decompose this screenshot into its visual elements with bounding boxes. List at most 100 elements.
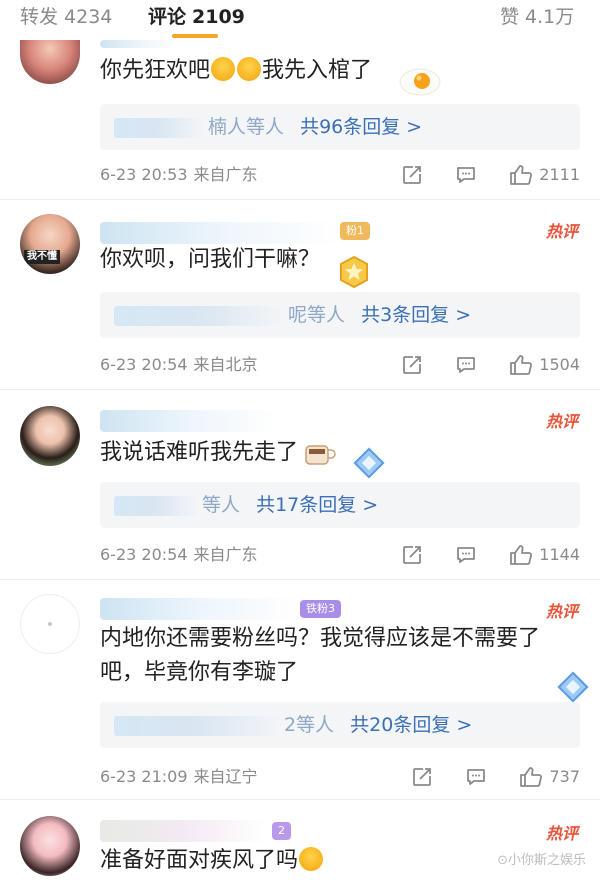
like-button[interactable]: 1504 xyxy=(509,352,580,378)
share-button[interactable] xyxy=(401,544,423,566)
hot-comment-label: 热评 xyxy=(545,412,578,431)
watermark: ⊙小你斯之娱乐 xyxy=(497,853,586,868)
reply-preview[interactable]: 2等人 共20条回复 > xyxy=(100,702,580,748)
comment-text: 你欢呗，问我们干嘛？ xyxy=(100,247,321,272)
hot-comment-label: 热评 xyxy=(545,602,578,621)
reply-button[interactable] xyxy=(455,544,477,566)
avatar[interactable] xyxy=(20,594,80,654)
comment-meta: 6-23 20:54 来自广东 1144 xyxy=(100,542,580,568)
hot-comment-label: 热评 xyxy=(545,222,578,241)
reply-users-suffix: 2等人 xyxy=(284,714,335,736)
laugh-tears-emoji xyxy=(211,57,236,81)
username-blurred[interactable] xyxy=(100,410,278,432)
comments-label: 评论 xyxy=(148,6,187,28)
reply-users-blurred xyxy=(114,715,280,736)
comment-location: 来自广东 xyxy=(193,545,258,564)
comment-actions: 1504 xyxy=(369,352,580,378)
reply-users-blurred xyxy=(114,495,198,516)
share-icon xyxy=(403,546,422,564)
like-count: 1144 xyxy=(539,545,580,564)
reply-users-suffix: 呢等人 xyxy=(288,304,346,326)
thumbs-up-icon xyxy=(510,355,533,375)
comment-item: 你先狂欢吧 我先入棺了 楠人等人 共96条回复 > 6-23 20:53 来自广东 … xyxy=(0,40,600,200)
reply-users-suffix: 楠人等人 xyxy=(208,116,285,138)
like-count: 2111 xyxy=(539,165,580,184)
comment-icon xyxy=(457,357,476,373)
diamond-badge-icon xyxy=(557,671,589,703)
reply-count-link[interactable]: 共17条回复 > xyxy=(256,494,378,516)
comment-item: 2 热评 准备好面对疾风了吗 xyxy=(0,800,600,880)
reply-preview[interactable]: 等人 共17条回复 > xyxy=(100,482,580,528)
like-count: 1504 xyxy=(539,355,580,374)
coffee-sticker xyxy=(305,445,336,465)
comment-icon xyxy=(467,769,486,785)
share-icon xyxy=(403,166,422,184)
reply-users-blurred xyxy=(114,305,284,326)
username-blurred[interactable] xyxy=(100,40,180,48)
username-blurred[interactable] xyxy=(100,598,300,620)
comment-location: 来自广东 xyxy=(193,165,258,184)
thumbs-up-icon xyxy=(510,165,533,185)
stats-bar: 转发 4234 评论 2109 赞 4.1万 xyxy=(0,0,600,40)
comment-time: 6-23 21:09 xyxy=(100,767,188,786)
comment-actions: 1144 xyxy=(369,542,580,568)
username-blurred[interactable] xyxy=(100,820,266,842)
comments-count: 2109 xyxy=(192,6,245,28)
thumbs-up-icon xyxy=(510,545,533,565)
share-button[interactable] xyxy=(411,766,433,788)
reply-preview[interactable]: 楠人等人 共96条回复 > xyxy=(100,104,580,150)
like-button[interactable]: 2111 xyxy=(509,162,580,188)
comment-item: 铁粉3 热评 内地你还需要粉丝吗？我觉得应该是不需要了 吧，毕竟你有李璇了 2等… xyxy=(0,580,600,800)
comment-meta: 6-23 20:53 来自广东 2111 xyxy=(100,162,580,188)
share-icon xyxy=(403,356,422,374)
reply-preview[interactable]: 呢等人 共3条回复 > xyxy=(100,292,580,338)
comment-time: 6-23 20:54 xyxy=(100,545,188,564)
share-button[interactable] xyxy=(401,164,423,186)
reply-count-link[interactable]: 共96条回复 > xyxy=(300,116,422,138)
avatar[interactable]: 我不懂 xyxy=(20,214,80,274)
repost-label: 转发 xyxy=(20,6,59,28)
thumbs-up-icon xyxy=(520,767,543,787)
comment-location: 来自北京 xyxy=(193,355,258,374)
like-count: 737 xyxy=(549,767,580,786)
comment-text: 内地你还需要粉丝吗？我觉得应该是不需要了 吧，毕竟你有李璇了 xyxy=(100,626,541,685)
avatar[interactable] xyxy=(20,40,80,84)
reply-button[interactable] xyxy=(455,354,477,376)
laugh-tears-emoji xyxy=(237,57,262,81)
tab-repost[interactable]: 转发 4234 xyxy=(20,2,112,29)
reply-button[interactable] xyxy=(465,766,487,788)
like-button[interactable]: 737 xyxy=(519,764,580,790)
comment-icon xyxy=(457,167,476,183)
comment-time: 6-23 20:54 xyxy=(100,355,188,374)
tab-comments[interactable]: 评论 2109 xyxy=(148,2,245,29)
fan-badge: 铁粉3 xyxy=(300,600,341,618)
reply-users-suffix: 等人 xyxy=(202,494,241,516)
likes-label: 赞 xyxy=(500,6,520,28)
avatar[interactable] xyxy=(20,406,80,466)
fried-egg-sticker xyxy=(399,68,441,96)
comment-text: 你先狂欢吧 我先入棺了 xyxy=(100,57,373,83)
comment-actions: 2111 xyxy=(369,162,580,188)
tab-likes[interactable]: 赞 4.1万 xyxy=(500,2,574,29)
comment-item: 我不懂 粉1 热评 你欢呗，问我们干嘛？ 呢等人 共3条回复 > 6-23 20… xyxy=(0,200,600,390)
gold-medal-icon xyxy=(340,255,368,289)
comment-actions: 737 xyxy=(379,764,580,790)
share-button[interactable] xyxy=(401,354,423,376)
username-blurred[interactable] xyxy=(100,222,340,244)
comment-meta: 6-23 20:54 来自北京 1504 xyxy=(100,352,580,378)
reply-button[interactable] xyxy=(455,164,477,186)
tongue-out-emoji xyxy=(299,847,324,871)
share-icon xyxy=(413,768,432,786)
reply-count-link[interactable]: 共20条回复 > xyxy=(350,714,472,736)
comment-meta: 6-23 21:09 来自辽宁 737 xyxy=(100,764,580,790)
likes-count: 4.1万 xyxy=(525,6,575,28)
hot-comment-label: 热评 xyxy=(545,824,578,843)
fan-badge: 2 xyxy=(272,822,291,840)
avatar-caption: 我不懂 xyxy=(24,250,60,264)
comment-time: 6-23 20:53 xyxy=(100,165,188,184)
avatar[interactable] xyxy=(20,816,80,876)
reply-count-link[interactable]: 共3条回复 > xyxy=(361,304,471,326)
fan-badge: 粉1 xyxy=(340,222,370,240)
active-tab-indicator xyxy=(172,34,218,38)
like-button[interactable]: 1144 xyxy=(509,542,580,568)
